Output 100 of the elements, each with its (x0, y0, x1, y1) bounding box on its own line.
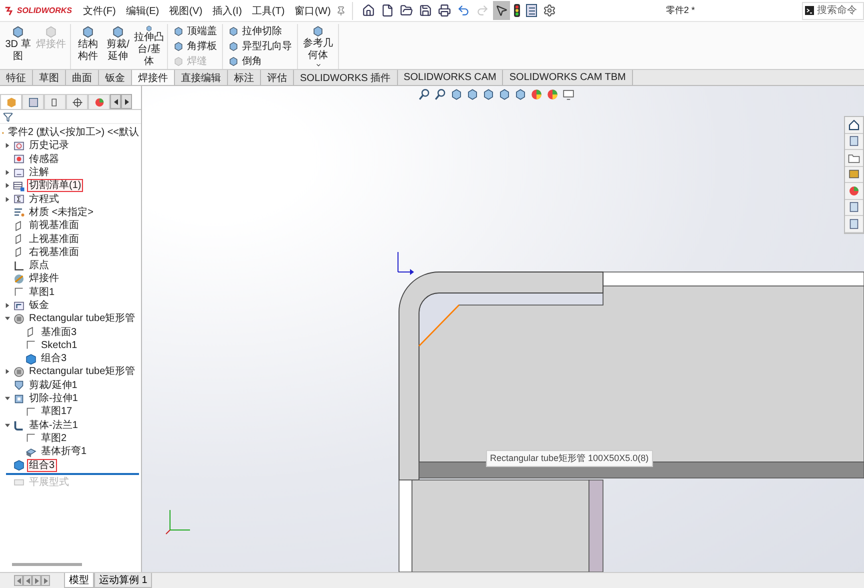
tree-root[interactable]: 零件2 (默认<按加工>) <<默认 (6, 126, 141, 140)
forum-button[interactable] (845, 216, 863, 232)
crosshair-icon (72, 96, 82, 108)
tab[interactable]: 评估 (261, 70, 294, 85)
collapsed-arrow-icon[interactable] (5, 143, 10, 148)
tree-item[interactable]: 右视基准面 (27, 246, 81, 259)
tab[interactable]: 标注 (228, 70, 261, 85)
home-icon (362, 4, 375, 17)
tree-item[interactable]: 钣金 (27, 299, 51, 312)
menu-item[interactable]: 文件(F) (78, 4, 121, 18)
property-list-button[interactable] (845, 200, 863, 216)
tree-item[interactable]: 历史记录 (27, 139, 71, 152)
zoom-area-icon[interactable] (434, 88, 447, 101)
first-button[interactable] (14, 575, 23, 586)
tree-item[interactable]: Rectangular tube矩形管 (27, 365, 138, 378)
tree-item[interactable]: 基体-法兰1 (27, 418, 80, 432)
tree-item[interactable]: Sketch1 (39, 338, 80, 352)
origin-icon (13, 260, 25, 272)
color-wheel-icon (94, 96, 104, 108)
select-button[interactable] (492, 1, 510, 20)
tree-item[interactable]: 传感器 (27, 152, 61, 166)
zoom-fit-icon[interactable] (418, 88, 431, 101)
filter-icon[interactable] (3, 112, 13, 122)
tab[interactable]: 模型 (64, 573, 94, 588)
sigma-icon (13, 193, 25, 206)
expanded-arrow-icon[interactable] (5, 316, 10, 322)
tab[interactable]: 焊接件 (132, 70, 175, 85)
scroll-right-button[interactable] (121, 94, 132, 109)
collapsed-arrow-icon[interactable] (5, 183, 10, 188)
tree-item[interactable]: 切割清单(1) (27, 179, 84, 192)
tree-item[interactable]: 注解 (27, 166, 51, 180)
traffic-light-icon (514, 4, 520, 17)
ribbon-button[interactable]: 顶端盖 (171, 24, 219, 38)
menu-item[interactable]: 编辑(E) (120, 4, 164, 18)
menu-item[interactable]: 插入(I) (207, 4, 247, 18)
folder-icon (400, 4, 413, 17)
tooltip: Rectangular tube矩形管 100X50X5.0(8) (486, 450, 653, 467)
search-field[interactable]: 搜索命令 (802, 2, 864, 20)
scroll-left-button[interactable] (110, 94, 121, 109)
expanded-arrow-icon[interactable] (5, 396, 10, 402)
ribbon-button[interactable]: 结构构件 (74, 24, 102, 69)
panel-tab[interactable] (44, 94, 66, 109)
next-button[interactable] (32, 575, 41, 586)
ribbon-button[interactable]: 参考几何体 (301, 24, 335, 69)
tab[interactable]: SOLIDWORKS CAM TBM (503, 70, 633, 85)
tab[interactable]: 运动算例 1 (94, 573, 152, 588)
tree-item[interactable]: 基准面3 (39, 326, 79, 339)
tab[interactable]: 曲面 (66, 70, 99, 85)
tree-item[interactable]: 草图17 (39, 405, 74, 418)
tree-item[interactable]: 组合3 (39, 352, 69, 366)
save-icon (418, 4, 432, 17)
monitor-icon[interactable] (562, 88, 575, 101)
previous-button[interactable] (23, 575, 32, 586)
tab[interactable]: SOLIDWORKS 插件 (294, 70, 398, 85)
collapsed-arrow-icon[interactable] (5, 303, 10, 308)
appearance-icon[interactable] (530, 88, 543, 101)
panel-tab[interactable] (22, 94, 44, 109)
menu-item[interactable]: 视图(V) (164, 4, 208, 18)
options-list-button[interactable] (524, 1, 539, 20)
tab[interactable]: 草图 (33, 70, 66, 85)
ribbon-button[interactable]: 倒角 (226, 54, 294, 68)
tree-item[interactable]: 上视基准面 (27, 232, 81, 246)
rebuild-button[interactable] (512, 1, 522, 20)
collapsed-arrow-icon[interactable] (5, 369, 10, 374)
ribbon-button[interactable]: 异型孔向导 (226, 39, 294, 53)
ribbon-button[interactable]: 3D 草图 (3, 24, 33, 69)
menu-item[interactable]: 工具(T) (246, 4, 290, 18)
tab[interactable]: 特征 (0, 70, 33, 85)
panel-tab[interactable] (66, 94, 88, 109)
sketch-icon (25, 339, 37, 352)
scrollbar[interactable] (12, 563, 82, 566)
ribbon-button[interactable]: 角撑板 (171, 39, 219, 53)
tree-item[interactable]: 焊接件 (27, 272, 61, 286)
collapsed-arrow-icon[interactable] (5, 170, 10, 176)
menu-item[interactable]: 窗口(W) (290, 4, 336, 18)
tab[interactable]: 直接编辑 (175, 70, 228, 85)
collapsed-arrow-icon[interactable] (5, 196, 10, 202)
expanded-arrow-icon[interactable] (5, 422, 10, 428)
ribbon-button[interactable]: 剪裁/延伸 (104, 24, 132, 69)
last-button[interactable] (41, 575, 50, 586)
tree-item[interactable]: 组合3 (27, 458, 57, 472)
home-button[interactable] (845, 117, 863, 134)
tree-item[interactable]: 切除-拉伸1 (27, 392, 80, 406)
ribbon-button[interactable]: 拉伸切除 (226, 24, 294, 38)
tree-item[interactable]: 原点 (27, 259, 51, 272)
rollback-bar[interactable] (6, 472, 139, 475)
tree-item[interactable]: 材质 <未指定> (27, 206, 96, 219)
part-library-button[interactable] (845, 134, 863, 150)
tab[interactable]: SOLIDWORKS CAM (398, 70, 504, 85)
ribbon-button[interactable]: 拉伸凸台/基体 (134, 24, 164, 69)
bend-icon (25, 446, 37, 458)
tree-item[interactable]: 草图1 (27, 286, 57, 299)
tree-item[interactable]: 前视基准面 (27, 219, 81, 232)
tree-item[interactable]: Rectangular tube矩形管 (27, 312, 138, 326)
pin-icon[interactable] (336, 6, 346, 16)
tree-item[interactable]: 方程式 (27, 192, 61, 206)
tree-item[interactable]: 剪裁/延伸1 (27, 378, 80, 392)
tree-item[interactable]: 基体折弯1 (39, 445, 89, 458)
tab[interactable]: 钣金 (99, 70, 132, 85)
tree-item[interactable]: 草图2 (39, 432, 69, 445)
